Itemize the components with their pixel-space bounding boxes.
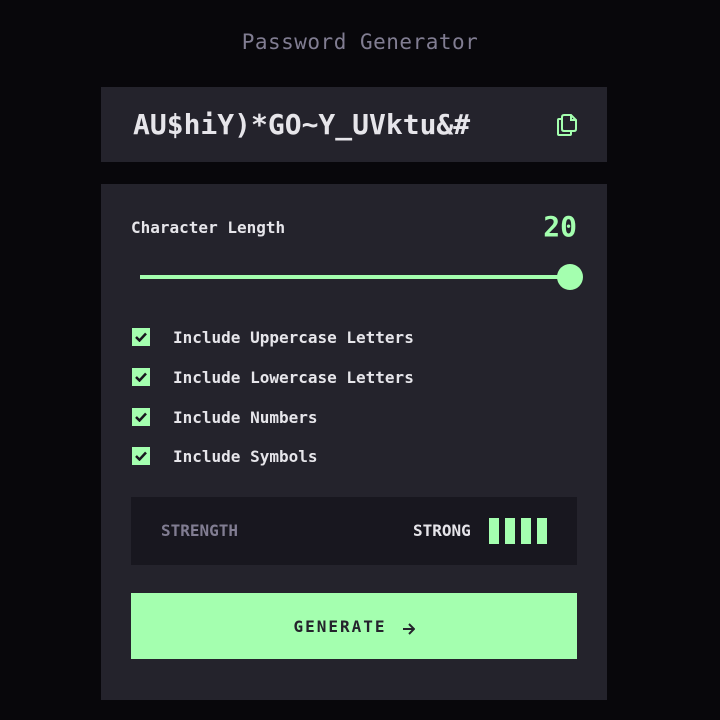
strength-bar bbox=[521, 518, 531, 544]
option-label: Include Lowercase Letters bbox=[173, 367, 414, 387]
length-slider-track[interactable] bbox=[140, 275, 570, 279]
option-row[interactable]: Include Numbers bbox=[132, 407, 318, 427]
length-label: Character Length bbox=[131, 218, 286, 237]
checkbox[interactable] bbox=[132, 447, 150, 465]
strength-bar bbox=[537, 518, 547, 544]
options-panel: Character Length 20 Include Uppercase Le… bbox=[101, 184, 607, 700]
strength-label: STRENGTH bbox=[161, 521, 239, 540]
password-text: AU$hiY)*GO~Y_UVktu&# bbox=[133, 108, 471, 141]
check-icon bbox=[135, 451, 147, 461]
option-label: Include Numbers bbox=[173, 407, 318, 427]
length-slider-fill bbox=[140, 275, 570, 279]
option-label: Include Symbols bbox=[173, 446, 318, 466]
length-slider-thumb[interactable] bbox=[557, 264, 583, 290]
generate-button[interactable]: GENERATE bbox=[131, 593, 577, 659]
checkbox[interactable] bbox=[132, 408, 150, 426]
check-icon bbox=[135, 412, 147, 422]
check-icon bbox=[135, 332, 147, 342]
option-row[interactable]: Include Uppercase Letters bbox=[132, 327, 414, 347]
strength-bar bbox=[505, 518, 515, 544]
option-row[interactable]: Include Lowercase Letters bbox=[132, 367, 414, 387]
option-row[interactable]: Include Symbols bbox=[132, 446, 318, 466]
strength-value: STRONG bbox=[413, 521, 471, 540]
check-icon bbox=[135, 372, 147, 382]
page-title: Password Generator bbox=[241, 30, 479, 54]
option-label: Include Uppercase Letters bbox=[173, 327, 414, 347]
strength-meter: STRENGTH STRONG bbox=[131, 497, 577, 565]
copy-icon[interactable] bbox=[556, 113, 578, 137]
password-display: AU$hiY)*GO~Y_UVktu&# bbox=[101, 87, 607, 162]
generate-label: GENERATE bbox=[293, 616, 387, 636]
checkbox[interactable] bbox=[132, 368, 150, 386]
arrow-right-icon bbox=[402, 620, 415, 635]
checkbox[interactable] bbox=[132, 328, 150, 346]
strength-bar bbox=[489, 518, 499, 544]
length-value: 20 bbox=[543, 210, 577, 243]
